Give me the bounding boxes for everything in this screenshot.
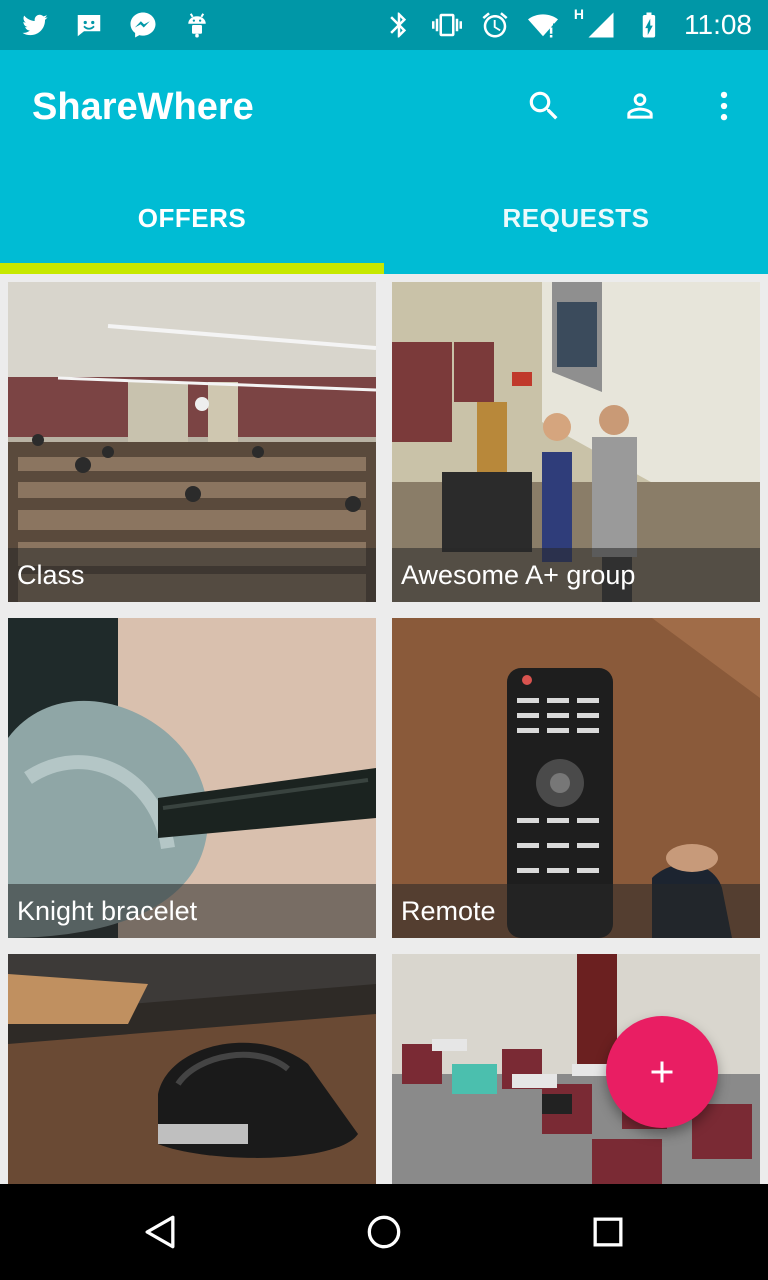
twitter-icon — [18, 8, 52, 42]
signal-icon — [584, 8, 618, 42]
search-icon — [529, 91, 558, 120]
battery-icon — [632, 8, 666, 42]
app-title: ShareWhere — [32, 86, 254, 128]
offer-caption: Knight bracelet — [8, 884, 376, 938]
back-icon — [145, 1215, 175, 1249]
tab-requests[interactable]: REQUESTS — [384, 170, 768, 274]
network-type-label: H — [573, 6, 584, 22]
account-button[interactable] — [618, 84, 662, 128]
search-button[interactable] — [522, 84, 566, 128]
offer-photo — [8, 954, 376, 1184]
back-button[interactable] — [136, 1208, 184, 1256]
offer-card-remote[interactable]: Remote — [392, 618, 760, 938]
status-bar: H 11:08 — [0, 0, 768, 50]
plus-icon — [651, 1061, 673, 1083]
vibrate-icon — [430, 8, 464, 42]
home-icon — [367, 1215, 401, 1249]
navigation-bar — [0, 1184, 768, 1280]
offer-card-awesome-group[interactable]: Awesome A+ group — [392, 282, 760, 602]
home-button[interactable] — [360, 1208, 408, 1256]
wifi-icon — [526, 8, 560, 42]
recents-button[interactable] — [584, 1208, 632, 1256]
add-offer-button[interactable] — [606, 1016, 718, 1128]
offer-card-class[interactable]: Class — [8, 282, 376, 602]
account-icon — [627, 93, 653, 119]
alarm-icon — [478, 8, 512, 42]
more-options-button[interactable] — [702, 84, 746, 128]
bluetooth-icon — [382, 8, 416, 42]
more-vert-icon — [720, 91, 728, 121]
android-icon — [180, 8, 214, 42]
app-bar: ShareWhere OFFERS REQUESTS — [0, 50, 768, 274]
tab-indicator — [0, 263, 384, 274]
tab-bar: OFFERS REQUESTS — [0, 170, 768, 274]
recents-icon — [593, 1217, 623, 1247]
tab-offers[interactable]: OFFERS — [0, 170, 384, 274]
status-time: 11:08 — [684, 9, 752, 40]
signal-indicator: H — [573, 6, 618, 42]
offer-card-stapler[interactable] — [8, 954, 376, 1184]
offer-caption: Awesome A+ group — [392, 548, 760, 602]
offer-caption: Class — [8, 548, 376, 602]
messenger-icon — [126, 8, 160, 42]
offer-card-knight-bracelet[interactable]: Knight bracelet — [8, 618, 376, 938]
message-icon — [72, 8, 106, 42]
offer-caption: Remote — [392, 884, 760, 938]
